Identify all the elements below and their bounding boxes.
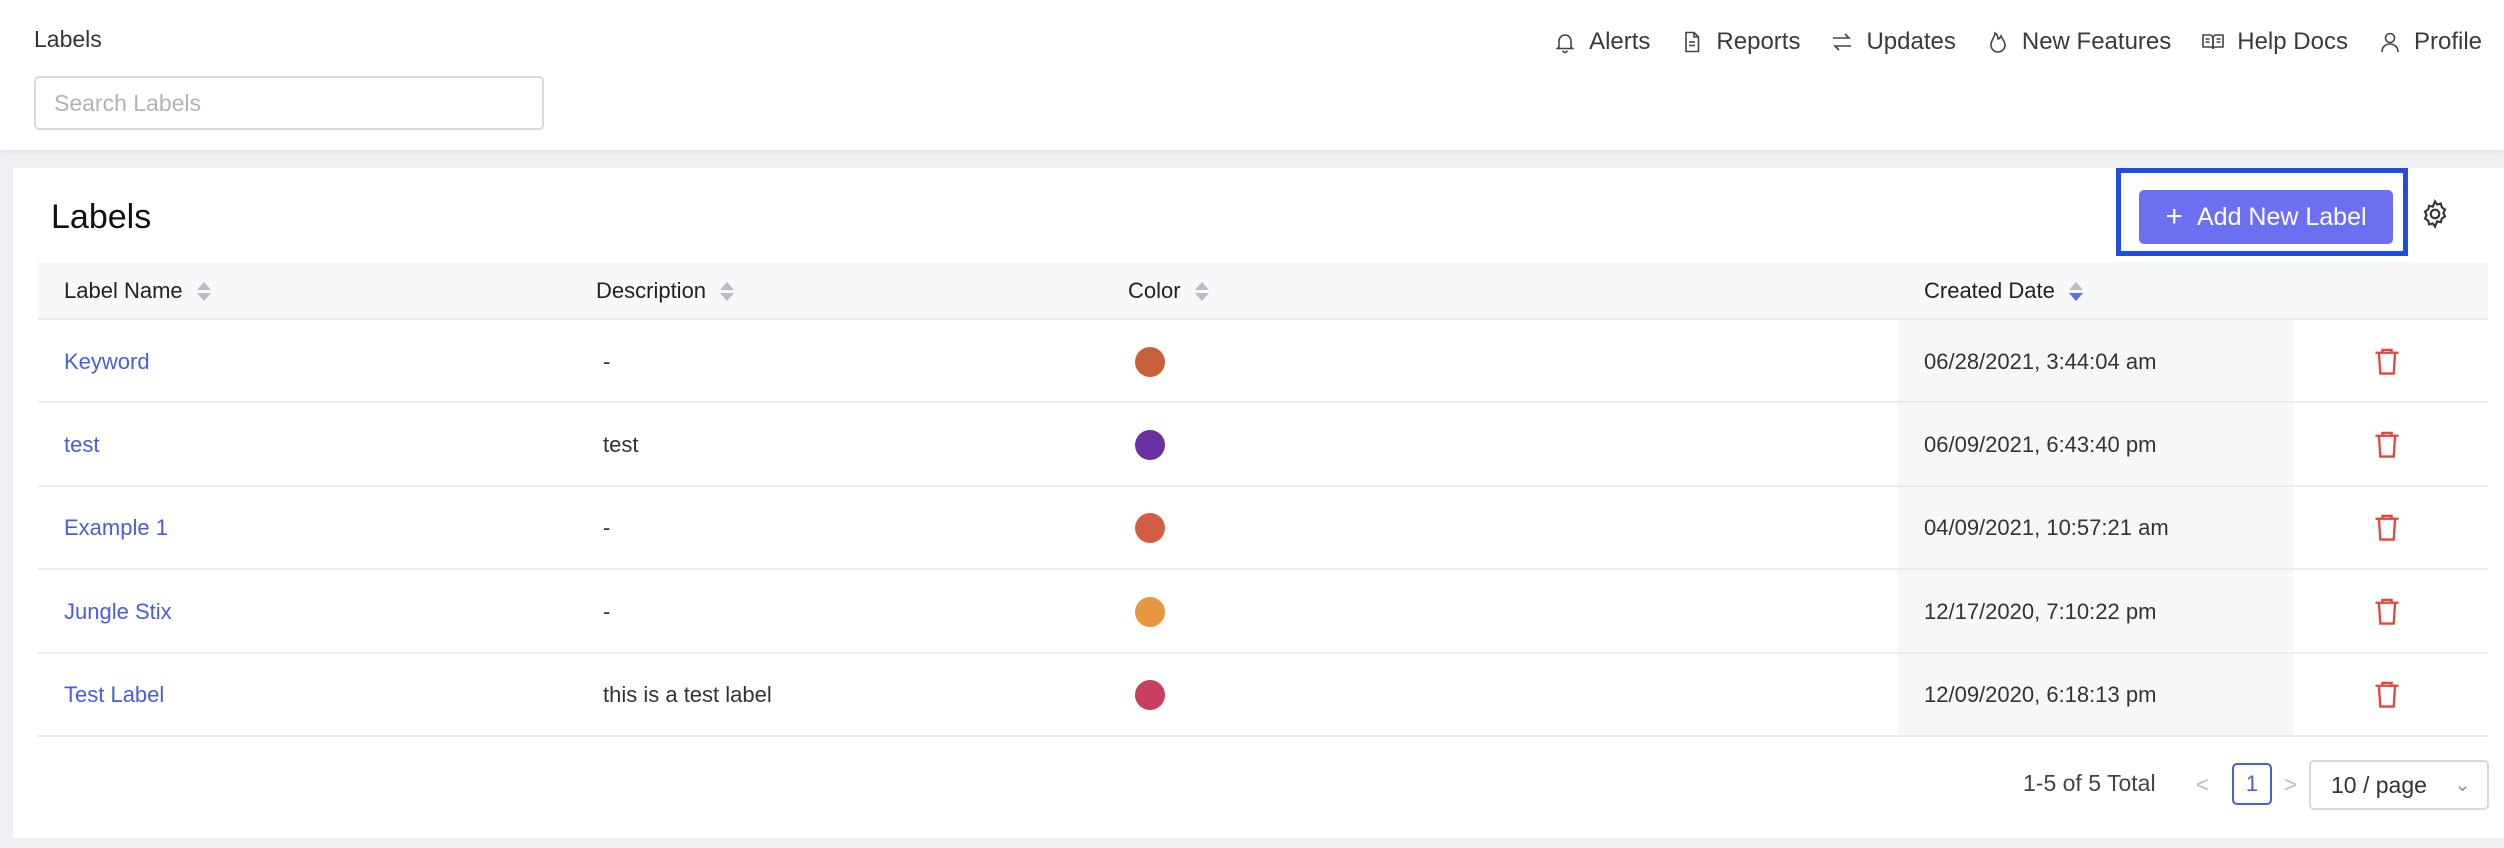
trash-icon[interactable] [2373,513,2401,543]
add-new-label-button[interactable]: + Add New Label [2139,190,2393,244]
label-description: test [603,431,639,457]
label-description: this is a test label [603,682,772,708]
created-date: 06/09/2021, 6:43:40 pm [1924,431,2157,457]
nav-profile[interactable]: Profile [2378,28,2482,56]
table-header: Label Name Description Color Created Dat… [38,262,2488,320]
label-name-link[interactable]: Keyword [64,349,150,375]
created-date: 06/28/2021, 3:44:04 am [1924,348,2157,374]
bell-icon [1555,34,1575,54]
sort-icon [720,281,735,301]
color-swatch [1135,680,1165,711]
plus-icon: + [2165,200,2183,233]
nav-reports[interactable]: Reports [1680,28,1800,56]
page-1-button[interactable]: 1 [2232,763,2272,805]
chevron-down-icon: ⌄ [2454,774,2471,796]
label-description: - [603,348,611,374]
sort-icon-active [2068,281,2083,301]
nav-new-features[interactable]: New Features [1986,28,2171,56]
page-size-value: 10 / page [2331,771,2427,798]
next-page-icon[interactable]: > [2284,772,2297,798]
top-nav: Alerts Reports Updates New Features Help… [1523,22,2482,62]
color-swatch [1135,596,1165,627]
created-date: 12/17/2020, 7:10:22 pm [1924,598,2157,624]
col-created-date[interactable]: Created Date [1924,262,2083,320]
trash-icon[interactable] [2373,347,2401,377]
label-description: - [603,515,611,541]
search-input[interactable] [34,76,544,130]
table-row: Keyword - 06/28/2021, 3:44:04 am [38,320,2488,404]
page-title: Labels [51,198,152,236]
label-name-link[interactable]: Test Label [64,682,164,708]
document-icon [1685,31,1700,53]
trash-icon[interactable] [2373,680,2401,710]
created-date: 12/09/2020, 6:18:13 pm [1924,682,2157,708]
user-icon [2381,32,2399,53]
label-name-link[interactable]: Jungle Stix [64,599,172,625]
breadcrumb: Labels [34,26,102,52]
add-new-label-text: Add New Label [2196,202,2367,231]
labels-card: Labels + Add New Label Label Name Descri… [13,168,2504,838]
color-swatch [1135,346,1165,377]
nav-reports-label: Reports [1716,28,1801,55]
nav-alerts-label: Alerts [1589,28,1651,55]
nav-profile-label: Profile [2413,28,2482,55]
labels-table: Label Name Description Color Created Dat… [38,262,2488,737]
label-name-link[interactable]: test [64,432,99,458]
trash-icon[interactable] [2373,430,2401,460]
created-date: 04/09/2021, 10:57:21 am [1924,515,2169,541]
col-description[interactable]: Description [596,262,735,320]
prev-page-icon[interactable]: < [2196,772,2209,798]
trash-icon[interactable] [2373,597,2401,627]
nav-updates-label: Updates [1866,28,1956,55]
top-header: Labels Alerts Reports Updates New Featur… [0,0,2504,150]
nav-updates[interactable]: Updates [1830,28,1956,56]
col-color-text: Color [1128,278,1181,303]
swap-arrows-icon [1833,33,1852,51]
label-description: - [603,598,611,624]
book-icon [2202,34,2225,50]
flame-icon [1990,31,2006,53]
col-color[interactable]: Color [1128,262,1209,320]
table-row: Jungle Stix - 12/17/2020, 7:10:22 pm [38,570,2488,654]
nav-help-docs-label: Help Docs [2237,28,2348,55]
page-size-select[interactable]: 10 / page ⌄ [2309,760,2489,810]
col-label-name-text: Label Name [64,278,183,303]
sort-icon [196,281,211,301]
nav-help-docs[interactable]: Help Docs [2201,28,2348,56]
col-description-text: Description [596,278,707,303]
col-created-date-text: Created Date [1924,278,2055,303]
table-row: Example 1 - 04/09/2021, 10:57:21 am [38,487,2488,571]
color-swatch [1135,513,1165,544]
nav-alerts[interactable]: Alerts [1553,28,1650,56]
label-name-link[interactable]: Example 1 [64,515,168,541]
table-row: Test Label this is a test label 12/09/20… [38,654,2488,737]
table-row: test test 06/09/2021, 6:43:40 pm [38,403,2488,487]
nav-new-features-label: New Features [2021,28,2172,55]
table-body: Keyword - 06/28/2021, 3:44:04 am test te… [38,320,2488,737]
sort-icon [1194,281,1209,301]
gear-icon[interactable] [2419,198,2451,230]
col-label-name[interactable]: Label Name [64,262,211,320]
color-swatch [1135,429,1165,460]
pagination-total: 1-5 of 5 Total [2023,770,2156,796]
